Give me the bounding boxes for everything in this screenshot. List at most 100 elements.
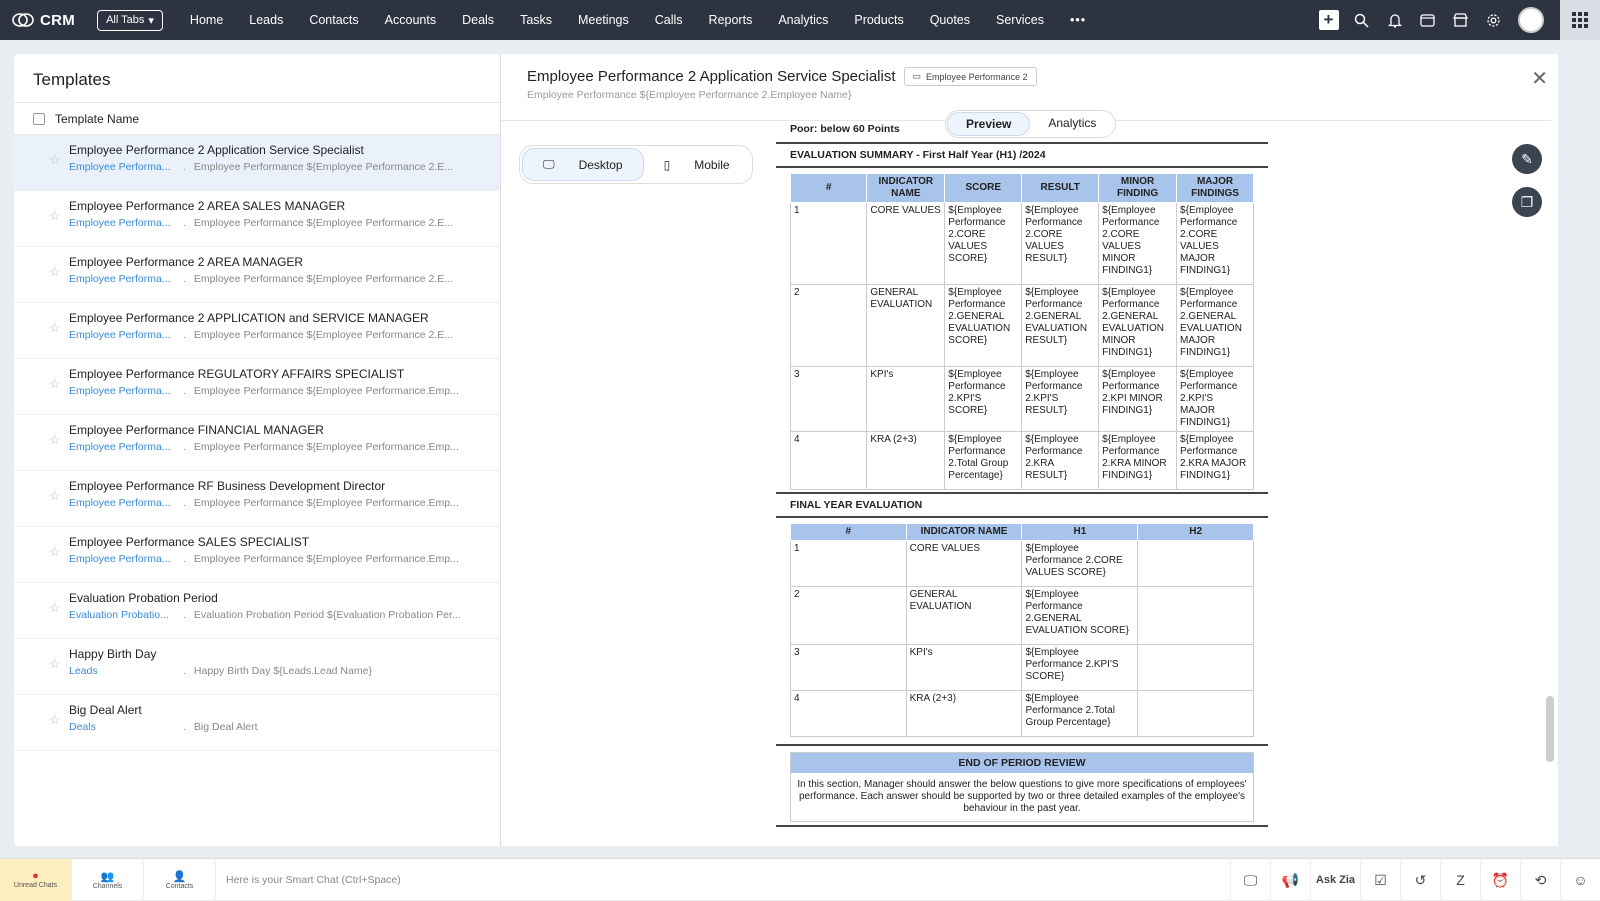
star-icon[interactable]: ☆	[49, 712, 61, 728]
tab-deals[interactable]: Deals	[449, 13, 507, 27]
crm-logo[interactable]: CRM	[12, 12, 75, 29]
announcement-icon[interactable]: 📢	[1270, 859, 1310, 901]
module-tag[interactable]: ▭ Employee Performance 2	[903, 67, 1037, 86]
star-icon[interactable]: ☆	[49, 544, 61, 560]
template-name: Employee Performance RF Business Develop…	[69, 479, 386, 493]
template-subject-text: Big Deal Alert	[193, 721, 258, 733]
tab-reports[interactable]: Reports	[696, 13, 766, 27]
template-row[interactable]: ☆ Evaluation Probation Period Evaluation P…	[14, 583, 500, 639]
section-divider	[776, 492, 1268, 494]
person-icon: 👤	[172, 870, 187, 883]
feedback-icon[interactable]: ☺	[1560, 859, 1600, 901]
edit-template-button[interactable]: ✎	[1512, 144, 1542, 174]
phone-icon: ▯	[663, 157, 671, 172]
table-cell: ${Employee Performance 2.KPI'S RESULT}	[1021, 366, 1100, 432]
tab-products[interactable]: Products	[841, 13, 916, 27]
desktop-label: Desktop	[578, 157, 623, 172]
table-row: 3 KPI's ${Employee Performance 2.KPI'S SCO…	[789, 366, 1254, 432]
unread-chats-button[interactable]: ● Unread Chats	[0, 858, 72, 901]
tab-contacts[interactable]: Contacts	[296, 13, 371, 27]
table-row: 2 GENERAL EVALUATION ${Employee Performanc…	[790, 586, 1254, 645]
more-tabs-icon[interactable]: •••	[1057, 13, 1099, 27]
template-module: Employee Performa...	[69, 273, 171, 285]
smart-chat-input[interactable]: Here is your Smart Chat (Ctrl+Space)	[216, 874, 401, 886]
separator-dot: .	[183, 329, 186, 341]
clone-template-button[interactable]: ❐	[1512, 187, 1542, 217]
table-cell: 1	[790, 540, 907, 587]
zia-icon[interactable]: Z	[1440, 859, 1480, 901]
star-icon[interactable]: ☆	[49, 600, 61, 616]
screen-share-icon[interactable]: 🖵	[1230, 859, 1270, 901]
gear-icon	[1487, 13, 1500, 27]
select-all-checkbox[interactable]	[33, 112, 45, 125]
separator-dot: .	[183, 609, 186, 621]
table-header-cell: RESULT	[1021, 173, 1100, 203]
search-button[interactable]	[1345, 0, 1378, 40]
caret-down-icon: ▾	[148, 14, 154, 27]
star-icon[interactable]: ☆	[49, 376, 61, 392]
tab-services[interactable]: Services	[983, 13, 1057, 27]
list-column-header: Template Name	[14, 103, 500, 135]
table-cell: ${Employee Performance 2.CORE VALUES SCO…	[944, 202, 1023, 285]
activity-icon[interactable]: ☑	[1360, 859, 1400, 901]
separator-dot: .	[183, 273, 186, 285]
folder-icon: ▭	[912, 71, 922, 81]
close-icon[interactable]: ✕	[1531, 66, 1548, 91]
template-row[interactable]: ☆ Employee Performance SALES SPECIALIST Em…	[14, 527, 500, 583]
star-icon[interactable]: ☆	[49, 152, 61, 168]
tab-calls[interactable]: Calls	[642, 13, 696, 27]
bottom-bar: ● Unread Chats 👥 Channels 👤 Contacts Here i…	[0, 858, 1600, 901]
marketplace-button[interactable]	[1444, 0, 1477, 40]
tab-analytics[interactable]: Analytics	[765, 13, 841, 27]
table-header-cell: #	[789, 173, 868, 203]
settings-button[interactable]	[1477, 0, 1510, 40]
template-row[interactable]: ☆ Employee Performance 2 APPLICATION and …	[14, 303, 500, 359]
template-row[interactable]: ☆ Happy Birth Day Leads. Happy Birth Day ${…	[14, 639, 500, 695]
star-icon[interactable]: ☆	[49, 488, 61, 504]
tab-tasks[interactable]: Tasks	[507, 13, 565, 27]
undo-icon[interactable]: ↺	[1400, 859, 1440, 901]
module-tabs: Home Leads Contacts Accounts Deals Tasks…	[177, 13, 1099, 27]
table-cell: 3	[790, 644, 907, 691]
user-avatar[interactable]	[1518, 7, 1544, 33]
star-icon[interactable]: ☆	[49, 656, 61, 672]
table-header-cell: #	[790, 523, 907, 541]
template-row[interactable]: ☆ Employee Performance 2 AREA MANAGER Empl…	[14, 247, 500, 303]
star-icon[interactable]: ☆	[49, 208, 61, 224]
star-icon[interactable]: ☆	[49, 432, 61, 448]
scrollbar-thumb[interactable]	[1546, 696, 1554, 762]
table-cell: 2	[789, 284, 868, 367]
tab-quotes[interactable]: Quotes	[917, 13, 983, 27]
channels-button[interactable]: 👥 Channels	[72, 858, 144, 901]
table-cell: ${Employee Performance 2.Total Group Per…	[944, 431, 1023, 490]
preview-scrollbar[interactable]	[1546, 124, 1554, 834]
ask-zia-button[interactable]: Ask Zia	[1310, 859, 1360, 901]
create-new-button[interactable]: +	[1312, 0, 1345, 40]
star-icon[interactable]: ☆	[49, 264, 61, 280]
template-row[interactable]: ☆ Employee Performance 2 Application Serv…	[14, 135, 500, 191]
table-cell: KRA (2+3)	[866, 431, 946, 490]
template-row[interactable]: ☆ Big Deal Alert Deals. Big Deal Alert	[14, 695, 500, 751]
template-row[interactable]: ☆ Employee Performance 2 AREA SALES MANAG…	[14, 191, 500, 247]
template-detail-panel: Employee Performance 2 Application Servi…	[500, 54, 1558, 846]
template-row[interactable]: ☆ Employee Performance RF Business Develo…	[14, 471, 500, 527]
app-launcher-button[interactable]	[1560, 0, 1600, 40]
tab-accounts[interactable]: Accounts	[372, 13, 449, 27]
table-cell: ${Employee Performance 2.CORE VALUES MIN…	[1098, 202, 1178, 285]
template-row[interactable]: ☆ Employee Performance REGULATORY AFFAIRS…	[14, 359, 500, 415]
template-module: Evaluation Probatio...	[69, 609, 169, 621]
tab-home[interactable]: Home	[177, 13, 236, 27]
tab-meetings[interactable]: Meetings	[565, 13, 642, 27]
star-icon[interactable]: ☆	[49, 320, 61, 336]
calendar-button[interactable]	[1411, 0, 1444, 40]
top-navigation-bar: CRM All Tabs ▾ Home Leads Contacts Accoun…	[0, 0, 1600, 40]
mobile-view-button[interactable]: ▯ Mobile	[644, 148, 750, 181]
notifications-button[interactable]	[1378, 0, 1411, 40]
all-tabs-dropdown[interactable]: All Tabs ▾	[97, 9, 163, 31]
contacts-button[interactable]: 👤 Contacts	[144, 858, 216, 901]
template-row[interactable]: ☆ Employee Performance FINANCIAL MANAGER E…	[14, 415, 500, 471]
tab-leads[interactable]: Leads	[236, 13, 296, 27]
history-icon[interactable]: ⟲	[1520, 859, 1560, 901]
desktop-view-button[interactable]: 🖵 Desktop	[522, 148, 644, 181]
alarm-clock-icon[interactable]: ⏰	[1480, 859, 1520, 901]
